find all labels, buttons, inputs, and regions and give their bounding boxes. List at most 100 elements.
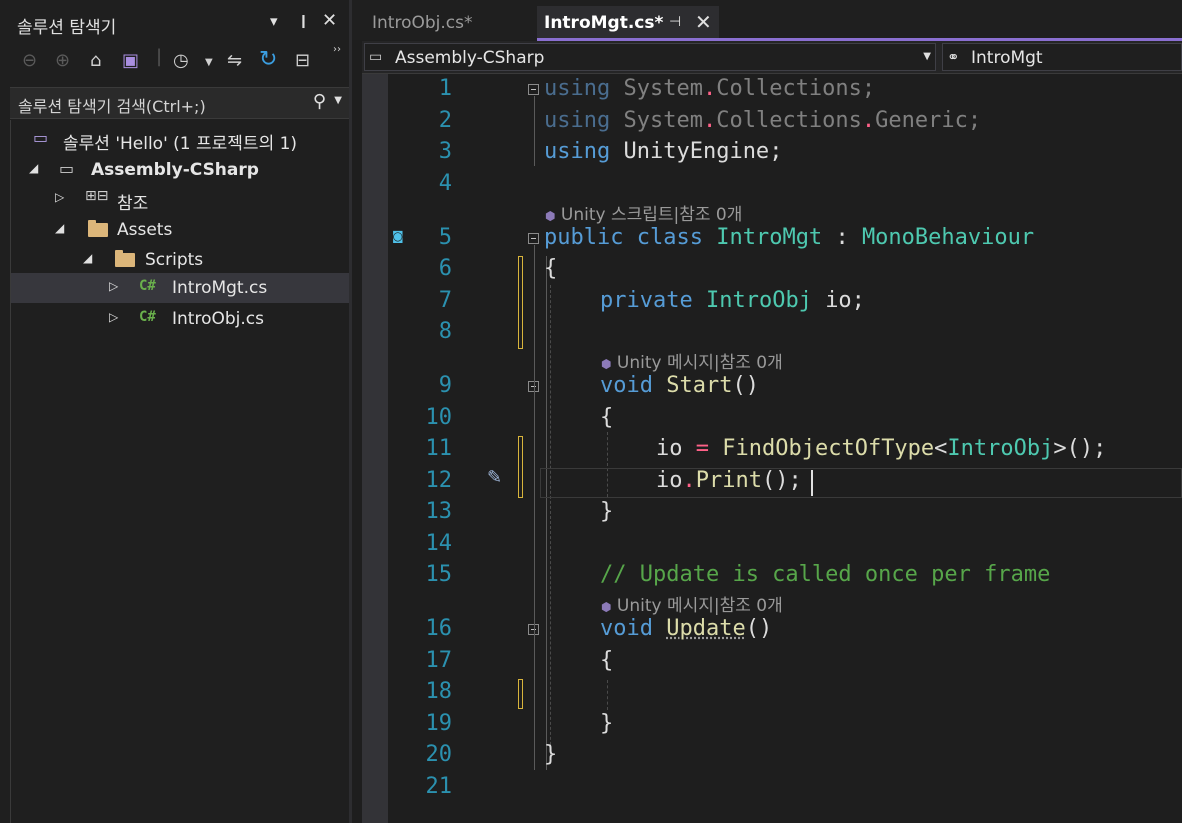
overflow-icon[interactable]: ›› [333, 44, 341, 55]
tree-item-label: Assembly-CSharp [91, 160, 259, 180]
code-line-17[interactable]: { [600, 648, 613, 673]
change-marker [518, 256, 523, 349]
close-icon[interactable]: ✕ [695, 10, 712, 34]
unity-icon: ⬢ [601, 600, 612, 614]
tree-item-solution[interactable]: ▭ 솔루션 'Hello' (1 프로젝트의 1) [11, 124, 349, 154]
tree-item-project[interactable]: ◢ ▭ Assembly-CSharp [11, 155, 349, 185]
tree-item-label: 솔루션 'Hello' (1 프로젝트의 1) [63, 134, 298, 154]
code-line-9[interactable]: void Start() [600, 373, 759, 398]
line-number: 7 [438, 288, 452, 313]
tree-item-references[interactable]: ▷ ⊞⊟ 참조 [11, 184, 349, 214]
code-editor: IntroObj.cs* IntroMgt.cs* ⊣ ✕ ▭ Assembly… [352, 0, 1182, 823]
code-line-16[interactable]: void Update() [600, 616, 772, 641]
line-number: 2 [438, 108, 452, 133]
navigation-bar: ▭ Assembly-CSharp ▼ ⚭ IntroMgt [362, 41, 1182, 74]
panel-title: 솔루션 탐색기 [17, 18, 117, 38]
line-number: 20 [425, 742, 453, 767]
pin-icon[interactable]: ❙ [298, 14, 309, 29]
back-icon[interactable]: ⊖ [22, 50, 37, 71]
indent-guide [607, 680, 608, 710]
fold-toggle[interactable] [528, 233, 539, 244]
refresh-icon[interactable]: ↻ [259, 47, 277, 72]
code-line-7[interactable]: private IntroObj io; [600, 288, 865, 313]
code-lens[interactable]: ⬢ Unity 메시지|참조 0개 [601, 591, 783, 616]
panel-menu-button[interactable]: ▾ [270, 12, 278, 30]
tree-item-introobj[interactable]: ▷ C# IntroObj.cs [11, 304, 349, 334]
collapsed-arrow-icon[interactable]: ▷ [109, 279, 118, 293]
unity-icon: ⬢ [601, 357, 612, 371]
implementation-icon[interactable]: ◙ [392, 229, 404, 243]
switch-views-icon[interactable]: ▣ [122, 50, 139, 71]
collapsed-arrow-icon[interactable]: ▷ [55, 190, 64, 204]
tree-item-label: 참조 [117, 194, 149, 214]
solution-explorer-panel: 솔루션 탐색기 ▾ ❙ ✕ ⊖ ⊕ ⌂ ▣ | ◷ ▼ ⇋ ↻ ⊟ ›› 솔루션… [0, 0, 352, 823]
class-dropdown[interactable]: ⚭ IntroMgt [942, 43, 1182, 71]
search-icon[interactable]: ⚲ [313, 91, 326, 112]
code-lens[interactable]: ⬢ Unity 스크립트|참조 0개 [545, 200, 742, 225]
current-line-highlight [540, 468, 1182, 498]
tab-introobj[interactable]: IntroObj.cs* [362, 6, 534, 38]
code-line-11[interactable]: io = FindObjectOfType<IntroObj>(); [656, 436, 1106, 461]
editor-margin [362, 74, 388, 823]
expanded-arrow-icon[interactable]: ◢ [55, 221, 64, 235]
folder-icon [115, 250, 135, 267]
code-line-15[interactable]: // Update is called once per frame [600, 562, 1050, 587]
expanded-arrow-icon[interactable]: ◢ [29, 161, 38, 175]
fold-toggle[interactable] [528, 84, 539, 95]
code-line-5[interactable]: public class IntroMgt : MonoBehaviour [544, 225, 1034, 250]
tree-item-label: IntroObj.cs [172, 309, 264, 329]
tree-item-scripts[interactable]: ◢ Scripts [11, 245, 349, 275]
csharp-project-icon: ▭ [369, 49, 383, 65]
code-line-2[interactable]: using System.Collections.Generic; [544, 108, 981, 133]
csharp-file-icon: C# [139, 278, 156, 294]
code-line-13[interactable]: } [600, 499, 613, 524]
forward-icon[interactable]: ⊕ [55, 50, 70, 71]
line-number: 1 [438, 76, 452, 101]
line-number: 8 [438, 319, 452, 344]
collapse-all-icon[interactable]: ⊟ [295, 50, 310, 71]
line-number: 21 [425, 774, 453, 799]
change-marker [518, 436, 523, 498]
line-number: 3 [438, 139, 452, 164]
line-number: 10 [425, 405, 453, 430]
references-icon: ⊞⊟ [85, 188, 109, 204]
chevron-down-icon[interactable]: ▼ [205, 57, 213, 68]
quick-actions-icon[interactable]: ✎ [487, 467, 502, 488]
close-panel-button[interactable]: ✕ [322, 10, 337, 31]
tab-strip: IntroObj.cs* IntroMgt.cs* ⊣ ✕ [352, 0, 1182, 41]
change-marker [518, 679, 523, 709]
code-line-12[interactable]: io.Print(); [656, 468, 802, 493]
csharp-project-icon: ▭ [59, 159, 75, 178]
code-line-10[interactable]: { [600, 405, 613, 430]
home-icon[interactable]: ⌂ [90, 50, 101, 71]
tree-item-assets[interactable]: ◢ Assets [11, 215, 349, 245]
code-line-3[interactable]: using UnityEngine; [544, 139, 782, 164]
line-number: 5 [438, 225, 452, 250]
scope-line [546, 256, 547, 770]
code-line-19[interactable]: } [600, 711, 613, 736]
tree-item-intromgt[interactable]: ▷ C# IntroMgt.cs [11, 273, 349, 303]
collapsed-arrow-icon[interactable]: ▷ [109, 310, 118, 324]
tree-item-label: Assets [117, 220, 173, 240]
code-line-1[interactable]: using System.Collections; [544, 76, 875, 101]
tree-item-label: Scripts [145, 250, 204, 270]
tab-label: IntroMgt.cs* [544, 13, 664, 33]
code-line-20[interactable]: } [544, 742, 557, 767]
explorer-search[interactable]: 솔루션 탐색기 검색(Ctrl+;) ⚲ ▼ [10, 87, 350, 119]
chevron-down-icon[interactable]: ▼ [334, 95, 342, 106]
project-dropdown[interactable]: ▭ Assembly-CSharp ▼ [364, 43, 936, 71]
chevron-down-icon[interactable]: ▼ [923, 51, 931, 62]
sync-icon[interactable]: ⇋ [227, 50, 242, 71]
line-number: 19 [425, 711, 453, 736]
pending-changes-icon[interactable]: ◷ [173, 50, 189, 71]
code-line-6[interactable]: { [544, 256, 557, 281]
pin-icon[interactable]: ⊣ [669, 14, 681, 30]
search-input[interactable]: 솔루션 탐색기 검색(Ctrl+;) [18, 93, 206, 117]
tab-label: IntroObj.cs* [372, 13, 473, 33]
class-label: IntroMgt [971, 48, 1043, 68]
tab-intromgt[interactable]: IntroMgt.cs* ⊣ ✕ [537, 6, 719, 38]
fold-line [534, 96, 535, 166]
expanded-arrow-icon[interactable]: ◢ [83, 251, 92, 265]
code-lens[interactable]: ⬢ Unity 메시지|참조 0개 [601, 348, 783, 373]
line-number: 6 [438, 256, 452, 281]
